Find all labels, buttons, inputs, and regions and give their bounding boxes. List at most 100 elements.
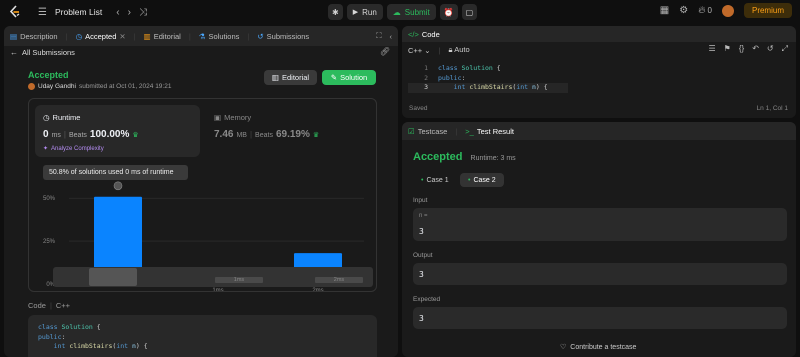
contribute-testcase-link[interactable]: ♡ Contribute a testcase <box>560 343 637 352</box>
notes-icon[interactable]: ☰ <box>709 44 716 54</box>
note-icon: ▢ <box>465 7 474 17</box>
bug-icon: ✱ <box>332 7 339 17</box>
chevron-left-icon[interactable]: ‹ <box>116 7 119 18</box>
memory-card[interactable]: ▣ Memory 7.46 MB | Beats 69.19% ♛ <box>210 105 370 157</box>
beats-label: Beats <box>68 132 87 139</box>
shuffle-icon[interactable]: ⤨ <box>139 7 147 18</box>
code-icon: </> <box>408 29 419 39</box>
divider: | <box>249 130 253 139</box>
submit-label: Submit <box>404 7 430 17</box>
minimap-bar: 1ms <box>215 277 263 283</box>
fire-icon[interactable]: 🔥︎ <box>698 5 705 16</box>
flask-icon: ⚗ <box>198 31 206 41</box>
chevron-right-icon[interactable]: › <box>128 7 131 18</box>
user-name[interactable]: Uday Gandhi <box>38 83 76 90</box>
x-tick-label: 1ms <box>212 288 223 291</box>
leetcode-logo-icon[interactable] <box>8 5 22 19</box>
maximize-icon[interactable]: ⛶ <box>376 31 381 41</box>
divider: | <box>65 31 68 41</box>
language-value: C++ <box>408 45 423 55</box>
runtime-card[interactable]: ◷ Runtime 0 ms | Beats 100.00% ♛ ✦ Analyze… <box>35 105 200 157</box>
tab-testcase[interactable]: ☑ Testcase <box>408 127 447 136</box>
divider: | <box>49 301 52 310</box>
undo-icon[interactable]: ↶ <box>752 44 759 54</box>
input-value: 3 <box>419 227 424 236</box>
tooltip: 50.8% of solutions used 0 ms of runtime <box>43 165 188 180</box>
result-status: Accepted <box>413 151 463 163</box>
tab-editorial[interactable]: ▥ Editorial <box>144 32 181 41</box>
clock-icon: ◷ <box>75 31 83 41</box>
terminal-icon: >_ <box>465 126 474 136</box>
beats-label: Beats <box>255 132 273 139</box>
divider: | <box>438 45 441 55</box>
grid-icon[interactable]: ▦ <box>660 5 669 16</box>
tab-submissions[interactable]: ↺ Submissions <box>257 32 309 41</box>
edit-icon: ✎ <box>330 73 338 82</box>
memory-value: 7.46 <box>214 129 234 140</box>
contribute-label: Contribute a testcase <box>570 343 637 351</box>
submit-button[interactable]: ☁ Submit <box>386 4 436 20</box>
link-icon[interactable]: 🔗︎ <box>380 47 390 56</box>
avatar[interactable] <box>721 4 734 17</box>
code-line: public: <box>38 332 66 341</box>
heart-icon: ♡ <box>560 344 567 351</box>
result-runtime: Runtime: 3 ms <box>470 155 516 162</box>
output-label: Output <box>413 252 433 259</box>
case-2-tab[interactable]: • Case 2 <box>460 173 504 187</box>
expected-value: 3 <box>419 314 424 323</box>
list-icon[interactable]: ☰ <box>38 7 47 18</box>
lock-icon: 🔒︎ <box>448 45 453 54</box>
analyze-complexity-link[interactable]: ✦ Analyze Complexity <box>43 145 104 153</box>
solution-button[interactable]: ✎ Solution <box>322 70 376 85</box>
auto-mode-toggle[interactable]: 🔒︎ Auto <box>449 45 470 55</box>
avatar[interactable] <box>28 83 35 90</box>
debug-button[interactable]: ✱ <box>328 4 343 20</box>
tab-solutions[interactable]: ⚗ Solutions <box>199 32 240 41</box>
editorial-button[interactable]: ▥ Editorial <box>264 70 317 85</box>
back-label: All Submissions <box>22 48 75 57</box>
case-1-tab[interactable]: • Case 1 <box>413 173 457 187</box>
description-icon: ▤ <box>10 31 18 41</box>
code-editor[interactable]: 1 class Solution { 2 public: 3 int climbSt… <box>408 64 788 93</box>
premium-button[interactable]: Premium <box>743 3 792 18</box>
tab-label: Submissions <box>266 31 310 41</box>
expand-icon[interactable]: ⤢ <box>782 44 788 54</box>
bookmark-icon[interactable]: ⚑ <box>724 44 731 54</box>
dot-icon: • <box>468 176 471 184</box>
tab-accepted[interactable]: ◷ Accepted ✕ <box>76 32 126 41</box>
language-label: C++ <box>55 301 71 310</box>
stats-container: ◷ Runtime 0 ms | Beats 100.00% ♛ ✦ Analyze… <box>28 98 377 292</box>
history-icon: ↺ <box>257 31 264 41</box>
chart-range-slider[interactable]: 1ms 2ms <box>53 267 373 287</box>
run-label: Run <box>362 7 377 17</box>
tab-test-result[interactable]: >_ Test Result <box>465 127 514 136</box>
divider: | <box>63 130 66 139</box>
language-select[interactable]: C++ ⌄ <box>408 46 431 55</box>
reset-icon[interactable]: ↺ <box>767 44 774 54</box>
runtime-value: 0 <box>43 129 49 140</box>
range-handle[interactable] <box>89 268 137 286</box>
tab-description[interactable]: ▤ Description <box>10 32 58 41</box>
braces-icon[interactable]: {} <box>739 44 744 54</box>
rank-icon: ♛ <box>312 132 320 139</box>
collapse-icon[interactable]: ‹ <box>390 32 393 41</box>
notes-button[interactable]: ▢ <box>461 4 478 20</box>
close-icon[interactable]: ✕ <box>119 32 125 41</box>
timer-button[interactable]: ⏰ <box>439 4 458 20</box>
minimap-bar: 2ms <box>315 277 363 283</box>
checkbox-icon: ☑ <box>408 126 415 136</box>
divider: | <box>188 31 191 41</box>
gear-icon[interactable]: ⚙ <box>679 5 688 16</box>
editorial-label: Editorial <box>281 73 310 82</box>
sparkle-icon: ✦ <box>43 146 49 152</box>
x-tick-label: 2ms <box>312 288 323 291</box>
streak-count: 0 <box>707 6 712 15</box>
runtime-beats: 100.00% <box>89 129 130 140</box>
back-link[interactable]: ← All Submissions <box>10 48 75 57</box>
editor-header: </> Code <box>402 26 796 42</box>
left-panel: ▤ Description | ◷ Accepted ✕ | ▥ Editorial |… <box>4 26 398 357</box>
problem-list-link[interactable]: Problem List <box>55 7 102 17</box>
run-button[interactable]: ▶ Run <box>346 4 383 20</box>
code-line: class Solution { <box>38 323 101 331</box>
submission-code: class Solution { public: int climbStairs… <box>28 315 377 357</box>
